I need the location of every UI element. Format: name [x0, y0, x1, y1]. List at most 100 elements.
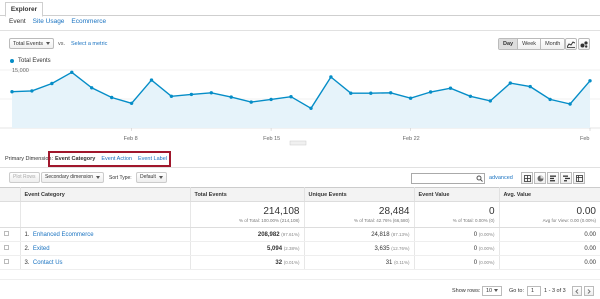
view-comparison-button[interactable]	[560, 172, 572, 184]
plot-rows-button[interactable]: Plot Rows	[9, 172, 40, 183]
comparison-icon	[562, 175, 570, 181]
show-rows-label: Show rows:	[452, 288, 481, 294]
row-category-link[interactable]: Exited	[33, 246, 50, 252]
data-point	[129, 101, 134, 105]
view-performance-button[interactable]	[547, 172, 559, 184]
row-total-value: 208,982	[257, 231, 280, 238]
col-total-events[interactable]: Total Events	[190, 187, 305, 202]
subnav-site-usage[interactable]: Site Usage	[33, 18, 65, 28]
totals-avg-value-sub: Avg for View: 0.00 (0.00%)	[542, 218, 596, 223]
totals-spacer	[20, 201, 191, 228]
show-rows-dropdown[interactable]: 10	[482, 286, 502, 296]
subnav-event[interactable]: Event	[9, 18, 26, 28]
search-button[interactable]	[475, 174, 484, 183]
show-rows-value: 10	[486, 288, 493, 294]
report-table: Event Category Total Events Unique Event…	[0, 187, 600, 270]
table-row: 2. Exited 5,094 (2.38%) 3,635 (12.76%) 0…	[0, 241, 600, 256]
chevron-left-icon	[575, 288, 579, 294]
sort-type-dropdown[interactable]: Default	[136, 172, 167, 183]
tab-explorer[interactable]: Explorer	[5, 2, 43, 17]
col-event-value[interactable]: Event Value	[414, 187, 500, 202]
totals-unique-events-sub: % of Total: 42.76% (66,580)	[354, 218, 410, 223]
row-checkbox[interactable]	[4, 231, 9, 236]
totals-total-events-value: 214,108	[263, 206, 300, 217]
data-point	[110, 95, 114, 100]
data-point	[249, 100, 253, 104]
view-pie-button[interactable]	[534, 172, 546, 184]
col-avg-value[interactable]: Avg. Value	[499, 187, 600, 202]
data-point	[508, 81, 512, 85]
dimension-event-category[interactable]: Event Category	[55, 156, 95, 162]
row-category-link[interactable]: Enhanced Ecommerce	[33, 232, 94, 238]
dimension-event-label[interactable]: Event Label	[138, 156, 167, 162]
data-point	[488, 99, 492, 103]
dimension-event-action[interactable]: Event Action	[101, 156, 132, 162]
metric-dropdown[interactable]: Total Events	[9, 38, 54, 49]
metric-dropdown-label: Total Events	[13, 40, 43, 47]
data-point	[50, 81, 54, 86]
col-unique-events[interactable]: Unique Events	[304, 187, 415, 202]
row-unique-value: 3,635	[374, 245, 390, 252]
data-point	[90, 86, 94, 90]
motion-chart-button[interactable]	[578, 38, 590, 50]
data-point	[448, 86, 453, 90]
row-category-link[interactable]: Contact Us	[33, 260, 63, 266]
advanced-filter-link[interactable]: advanced	[489, 175, 513, 181]
row-index: 2.	[24, 245, 30, 252]
data-point	[229, 95, 233, 99]
totals-row: 214,108 % of Total: 100.00% (214,108) 28…	[0, 201, 600, 228]
select-metric-link[interactable]: Select a metric	[71, 41, 107, 47]
col-event-category[interactable]: Event Category	[20, 187, 191, 202]
x-tick-label: Feb	[580, 136, 589, 142]
sort-type-label: Sort Type:	[109, 175, 132, 181]
metric-row: Total Events vs. Select a metric	[9, 38, 107, 49]
totals-event-value-sub: % of Total: 0.00% (0)	[452, 218, 495, 223]
row-unique-events: 24,818 (87.13%)	[304, 227, 415, 242]
table-toolbar: Plot Rows Secondary dimension Sort Type:…	[0, 169, 600, 185]
data-point	[468, 94, 473, 98]
data-point	[149, 78, 154, 82]
week-button[interactable]: Week	[517, 39, 541, 49]
subnav-ecommerce[interactable]: Ecommerce	[71, 18, 106, 28]
row-value-pct: (0.00%)	[478, 231, 495, 237]
prev-page-button[interactable]	[572, 286, 582, 296]
row-unique-value: 24,818	[371, 231, 390, 238]
row-checkbox[interactable]	[4, 259, 9, 264]
row-value-pct: (0.00%)	[478, 245, 495, 251]
data-point	[568, 102, 572, 106]
report-tab-bar: Explorer	[0, 0, 600, 17]
line-chart-button[interactable]	[565, 38, 577, 50]
table-search-input[interactable]	[411, 173, 485, 184]
divider	[0, 167, 600, 168]
row-checkbox-cell	[0, 241, 21, 256]
row-value-value: 0	[473, 245, 478, 252]
table-header-row: Event Category Total Events Unique Event…	[0, 187, 600, 202]
goto-label: Go to:	[509, 288, 524, 294]
row-index: 3.	[24, 259, 30, 266]
pie-chart-icon	[537, 175, 543, 181]
view-pivot-button[interactable]	[573, 172, 585, 184]
next-page-button[interactable]	[584, 286, 594, 296]
bar-list-icon	[549, 175, 556, 181]
day-button[interactable]: Day	[499, 39, 518, 49]
row-avg-value: 0.00	[499, 227, 600, 242]
row-total-value: 32	[275, 259, 283, 266]
row-total-pct: (0.01%)	[283, 259, 300, 265]
row-checkbox[interactable]	[4, 245, 9, 250]
timeline-chart: 15,0007,500Feb 8Feb 15Feb 22Feb	[0, 68, 600, 146]
row-total-events: 208,982 (97.61%)	[190, 227, 305, 242]
view-data-table-button[interactable]	[521, 172, 533, 184]
divider	[0, 30, 600, 31]
bubble-chart-icon	[580, 40, 588, 48]
data-point	[588, 79, 592, 83]
secondary-dimension-dropdown[interactable]: Secondary dimension	[41, 172, 105, 183]
data-point	[428, 90, 433, 94]
row-checkbox-cell	[0, 255, 21, 270]
row-checkbox-cell	[0, 227, 21, 242]
data-point	[269, 97, 273, 102]
row-unique-pct: (12.76%)	[391, 245, 410, 251]
goto-input[interactable]: 1	[527, 286, 541, 296]
row-unique-events: 31 (0.11%)	[304, 255, 415, 270]
month-button[interactable]: Month	[540, 39, 565, 49]
row-unique-pct: (87.13%)	[391, 231, 410, 237]
